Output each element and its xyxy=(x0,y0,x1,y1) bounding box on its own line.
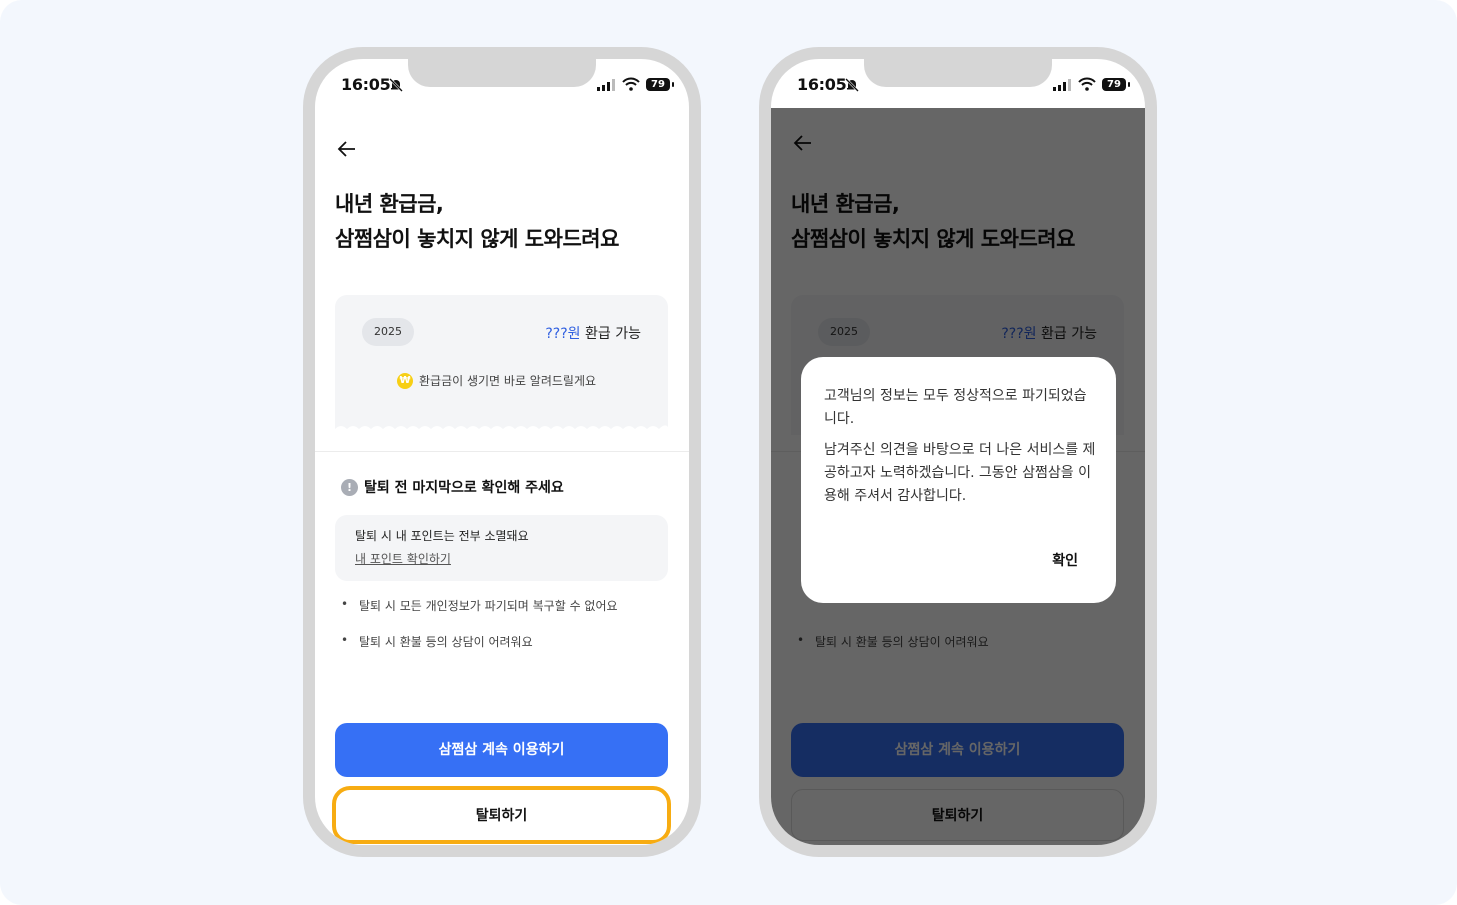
refund-card: 2025 ???원 환급 가능 ₩ 환급금이 생기면 바로 알려드릴게요 xyxy=(335,295,668,435)
battery-tip xyxy=(672,82,674,87)
highlight-ring xyxy=(332,786,671,844)
bullet-item: 탈퇴 시 환불 등의 상담이 어려워요 xyxy=(341,633,533,650)
status-time: 16:05 xyxy=(341,75,391,94)
notice-text: 환급금이 생기면 바로 알려드릴게요 xyxy=(419,374,597,388)
screen-left: 16:05 79 내년 환급금, 삼쩜삼이 놓치지 않게 도와드려요 2025 … xyxy=(315,59,689,845)
amount-value: ???원 xyxy=(545,326,581,342)
battery-icon: 79 xyxy=(646,78,670,91)
warning-title: ! 탈퇴 전 마지막으로 확인해 주세요 xyxy=(341,477,564,497)
warning-title-text: 탈퇴 전 마지막으로 확인해 주세요 xyxy=(364,480,564,496)
screen-right: 16:05 79 • 고객님의 정보는 모두 정상적으로 파기되었습니다. 남겨… xyxy=(771,59,1145,845)
headline-line-1: 내년 환급금, xyxy=(335,192,444,216)
point-text: 탈퇴 시 내 포인트는 전부 소멸돼요 xyxy=(355,529,529,543)
signal-icon xyxy=(1053,79,1071,91)
divider xyxy=(315,451,689,452)
back-arrow-icon[interactable] xyxy=(335,137,359,161)
canvas: 16:05 79 내년 환급금, 삼쩜삼이 놓치지 않게 도와드려요 2025 … xyxy=(0,0,1457,905)
bell-off-icon xyxy=(845,78,859,92)
notch xyxy=(408,59,596,87)
battery-icon: 79 xyxy=(1102,78,1126,91)
notch xyxy=(864,59,1052,87)
phone-left: 16:05 79 내년 환급금, 삼쩜삼이 놓치지 않게 도와드려요 2025 … xyxy=(303,47,701,857)
point-box: 탈퇴 시 내 포인트는 전부 소멸돼요 내 포인트 확인하기 xyxy=(335,515,668,581)
dialog-message-2: 남겨주신 의견을 바탕으로 더 나은 서비스를 제공하고자 노력하겠습니다. 그… xyxy=(824,442,1096,504)
refund-amount: ???원 환급 가능 xyxy=(545,323,641,343)
confirm-button[interactable]: 확인 xyxy=(1052,550,1078,570)
dialog-message-1: 고객님의 정보는 모두 정상적으로 파기되었습니다. xyxy=(824,388,1087,427)
won-coin-icon: ₩ xyxy=(397,372,413,389)
amount-suffix: 환급 가능 xyxy=(585,326,641,342)
withdraw-complete-dialog: 고객님의 정보는 모두 정상적으로 파기되었습니다. 남겨주신 의견을 바탕으로… xyxy=(801,357,1116,603)
point-link[interactable]: 내 포인트 확인하기 xyxy=(355,550,451,567)
headline-line-2: 삼쩜삼이 놓치지 않게 도와드려요 xyxy=(335,227,619,251)
continue-button[interactable]: 삼쩜삼 계속 이용하기 xyxy=(335,723,668,777)
ticket-edge xyxy=(335,425,668,435)
wifi-icon xyxy=(622,77,640,91)
refund-notice: ₩ 환급금이 생기면 바로 알려드릴게요 xyxy=(397,372,596,389)
bullet-text: 탈퇴 시 모든 개인정보가 파기되며 복구할 수 없어요 xyxy=(359,599,618,613)
wifi-icon xyxy=(1078,77,1096,91)
exclamation-icon: ! xyxy=(341,478,358,496)
signal-icon xyxy=(597,79,615,91)
bullet-text: 탈퇴 시 환불 등의 상담이 어려워요 xyxy=(359,635,533,649)
phone-right: 16:05 79 • 고객님의 정보는 모두 정상적으로 파기되었습니다. 남겨… xyxy=(759,47,1157,857)
year-badge: 2025 xyxy=(362,318,414,346)
battery-tip xyxy=(1128,82,1130,87)
bell-off-icon xyxy=(389,78,403,92)
bullet-item: 탈퇴 시 모든 개인정보가 파기되며 복구할 수 없어요 xyxy=(341,597,618,614)
status-time: 16:05 xyxy=(797,75,847,94)
page-title: 내년 환급금, 삼쩜삼이 놓치지 않게 도와드려요 xyxy=(335,187,675,257)
